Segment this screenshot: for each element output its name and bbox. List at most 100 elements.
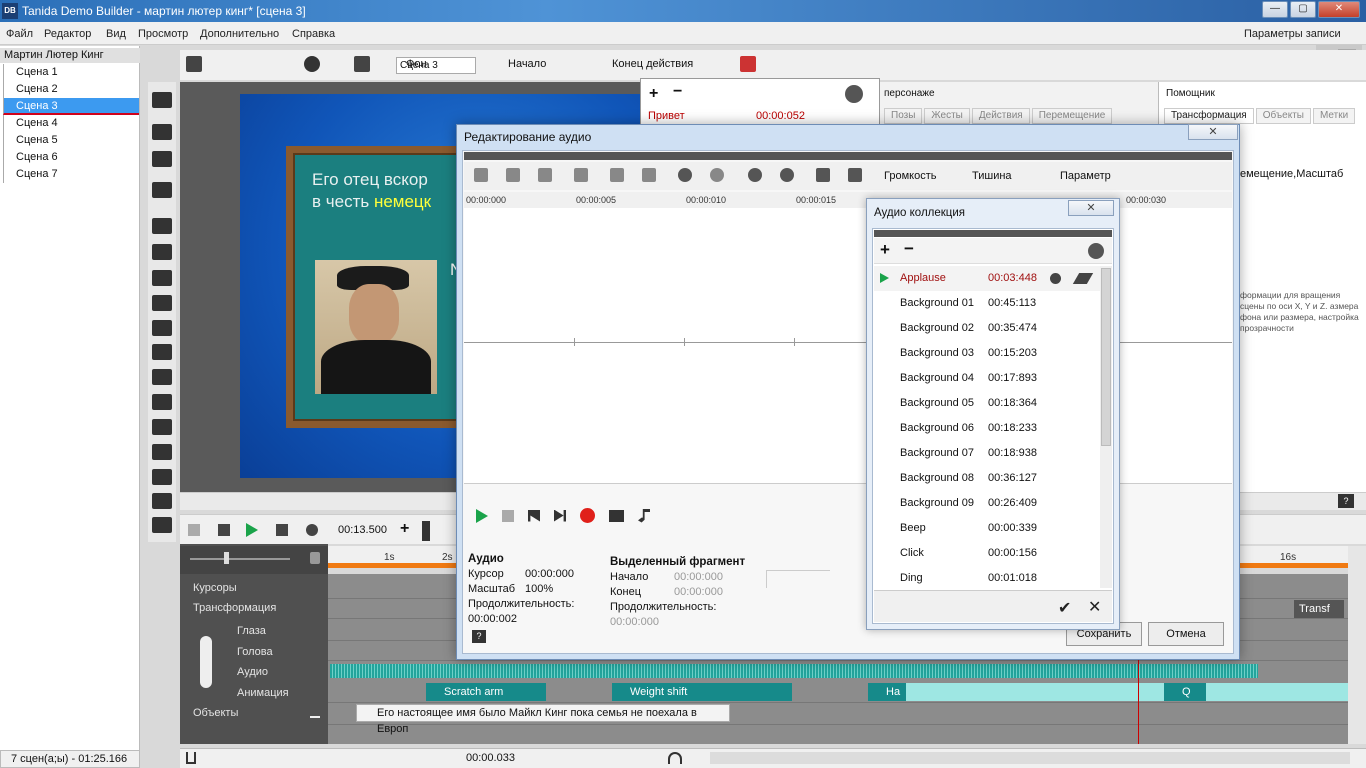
menu-edit[interactable]: Редактор (44, 28, 91, 40)
move-up-icon[interactable] (152, 124, 172, 140)
audio-list-item[interactable]: Background 07 00:18:938 (874, 441, 1100, 466)
confirm-check-icon[interactable]: ✔ (1058, 598, 1071, 618)
audio-list-item[interactable]: Background 02 00:35:474 (874, 316, 1100, 341)
minimize-button[interactable]: — (1262, 1, 1288, 18)
maximize-button[interactable]: ▢ (1290, 1, 1316, 18)
button-tool-icon[interactable] (152, 369, 172, 385)
redo-icon[interactable] (642, 168, 656, 182)
cancel-x-icon[interactable]: ✕ (1088, 597, 1101, 617)
cancel-button[interactable]: Отмена (1148, 622, 1224, 646)
tab-actions[interactable]: Действия (971, 108, 1030, 124)
object-row-name[interactable]: Привет (648, 110, 685, 122)
zoom-slider[interactable] (190, 558, 290, 560)
animation-segment[interactable] (868, 683, 1348, 701)
timeline-vertical-scrollbar[interactable] (1348, 546, 1366, 744)
magnet-icon[interactable] (186, 752, 196, 764)
scene-item[interactable]: Сцена 2 (3, 81, 139, 98)
start-dropdown[interactable]: Начало (508, 58, 546, 70)
callout-icon[interactable] (152, 218, 172, 234)
playhead[interactable] (1138, 660, 1139, 744)
replace-icon[interactable] (1050, 273, 1061, 284)
menu-preview[interactable]: Просмотр (138, 28, 188, 40)
audio-list-item[interactable]: Background 01 00:45:113 (874, 291, 1100, 316)
person-icon[interactable] (354, 56, 370, 72)
cursor-tool-icon[interactable] (152, 344, 172, 360)
note-icon[interactable] (152, 244, 172, 260)
zoom-fit-icon[interactable] (748, 168, 762, 182)
audio-list-item[interactable]: Beep 00:00:339 (874, 516, 1100, 541)
scene-item[interactable]: Сцена 4 (3, 115, 139, 132)
audio-collection-close-button[interactable]: ✕ (1068, 200, 1114, 216)
audio-list-item[interactable]: Applause 00:03:448 (874, 266, 1100, 291)
delete-icon[interactable] (574, 168, 588, 182)
scene-item[interactable]: Сцена 6 (3, 149, 139, 166)
record-icon[interactable] (580, 508, 595, 523)
previous-icon[interactable] (528, 509, 540, 522)
record-params-link[interactable]: Параметры записи (1244, 28, 1341, 40)
help-icon[interactable]: ? (472, 630, 486, 643)
audio-list-item[interactable]: Ding 00:01:018 (874, 566, 1100, 588)
slide-text-line2[interactable]: в честь немецк (312, 192, 431, 212)
text-object-block[interactable]: Его настоящее имя было Майкл Кинг пока с… (356, 704, 730, 735)
close-button[interactable]: ✕ (1318, 1, 1360, 18)
move-down-icon[interactable] (152, 151, 172, 167)
zoom-slider-handle[interactable] (224, 552, 229, 564)
volume-dropdown[interactable]: Громкость (884, 170, 936, 182)
skip-back-icon[interactable] (218, 524, 230, 536)
audio-waveform[interactable] (330, 664, 1190, 678)
play-icon[interactable] (880, 273, 889, 283)
scene-item[interactable]: Сцена 5 (3, 132, 139, 149)
animation-block[interactable]: Weight shift (612, 683, 792, 701)
copy-icon[interactable] (506, 168, 520, 182)
play-icon[interactable] (476, 508, 488, 523)
zoom-out-icon[interactable] (710, 168, 724, 182)
parameter-dropdown[interactable]: Параметр (1060, 170, 1111, 182)
target-tool-icon[interactable] (152, 419, 172, 435)
timeline-horizontal-scrollbar[interactable] (710, 752, 1350, 764)
scene-item-selected[interactable]: Сцена 3 (3, 98, 139, 115)
audio-list-item[interactable]: Background 09 00:26:409 (874, 491, 1100, 516)
upload-icon[interactable] (310, 708, 320, 718)
audio-list-scroll-thumb[interactable] (1101, 268, 1111, 446)
fade-out-icon[interactable] (848, 168, 862, 182)
remove-audio-button[interactable]: − (904, 239, 914, 259)
microphone-icon[interactable] (306, 524, 318, 536)
fade-in-icon[interactable] (816, 168, 830, 182)
play-scene-icon[interactable] (152, 182, 172, 198)
skip-forward-icon[interactable] (276, 524, 288, 536)
tab-movement[interactable]: Перемещение (1031, 108, 1113, 124)
animation-block[interactable]: Scratch arm (426, 683, 546, 701)
marker-icon[interactable] (422, 521, 430, 541)
menu-view[interactable]: Вид (106, 28, 126, 40)
animation-block[interactable]: Q (1164, 683, 1206, 701)
lock-icon[interactable] (310, 552, 320, 564)
audio-waveform[interactable] (1140, 664, 1258, 678)
audio-list-item[interactable]: Background 05 00:18:364 (874, 391, 1100, 416)
k-tool-icon[interactable] (152, 517, 172, 533)
undo-icon[interactable] (188, 524, 200, 536)
zoom-selection-icon[interactable] (780, 168, 794, 182)
layout-icon[interactable] (152, 92, 172, 108)
portrait-image[interactable] (315, 260, 437, 394)
gear-icon[interactable] (845, 85, 863, 103)
image-tool-icon[interactable] (152, 320, 172, 336)
music-icon[interactable] (638, 508, 650, 523)
audio-list-item[interactable]: Background 06 00:18:233 (874, 416, 1100, 441)
scene-item[interactable]: Сцена 1 (3, 64, 139, 81)
audio-list-item[interactable]: Background 03 00:15:203 (874, 341, 1100, 366)
background-dropdown[interactable]: Фон (406, 58, 427, 70)
flash-tool-icon[interactable] (152, 394, 172, 410)
scene-item[interactable]: Сцена 7 (3, 166, 139, 183)
add-marker-button[interactable]: + (400, 520, 409, 538)
audio-list-item[interactable]: Background 08 00:36:127 (874, 466, 1100, 491)
scene-icon[interactable] (186, 56, 202, 72)
silence-dropdown[interactable]: Тишина (972, 170, 1012, 182)
play-icon[interactable] (246, 523, 258, 537)
zoom-tool-icon[interactable] (152, 469, 172, 485)
tab-marks[interactable]: Метки (1312, 108, 1356, 124)
action-end-dropdown[interactable]: Конец действия (612, 58, 693, 70)
animation-block[interactable]: Ha (868, 683, 906, 701)
audio-list-item[interactable]: Background 04 00:17:893 (874, 366, 1100, 391)
headphones-icon[interactable] (668, 752, 682, 764)
mute-icon[interactable] (740, 56, 756, 72)
